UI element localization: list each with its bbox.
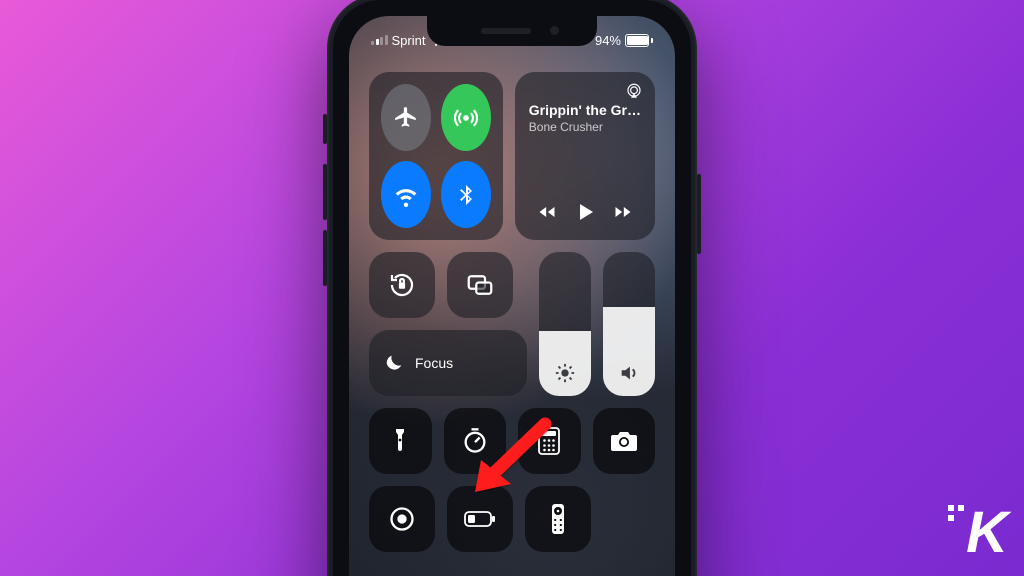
speaker-icon	[618, 362, 640, 384]
volume-up-button	[323, 164, 327, 220]
screen-recording-button[interactable]	[369, 486, 435, 552]
notch	[427, 16, 597, 46]
calculator-button[interactable]	[518, 408, 581, 474]
orientation-lock-toggle[interactable]	[369, 252, 435, 318]
bluetooth-toggle[interactable]	[441, 161, 491, 228]
battery-icon	[625, 34, 653, 47]
rewind-button[interactable]	[537, 202, 557, 222]
mute-switch	[323, 114, 327, 144]
watermark-text: K	[966, 500, 1006, 565]
signal-bars-icon	[371, 35, 388, 45]
focus-label: Focus	[415, 355, 453, 371]
forward-button[interactable]	[613, 202, 633, 222]
connectivity-tile[interactable]	[369, 72, 503, 240]
wifi-toggle[interactable]	[381, 161, 431, 228]
flashlight-button[interactable]	[369, 408, 432, 474]
track-title: Grippin' the Gr…	[529, 102, 641, 118]
apple-tv-remote-button[interactable]	[525, 486, 591, 552]
timer-button[interactable]	[444, 408, 507, 474]
iphone-screen: Sprint 94%	[349, 16, 675, 576]
focus-toggle[interactable]: Focus	[369, 330, 527, 396]
camera-button[interactable]	[593, 408, 656, 474]
play-button[interactable]	[573, 200, 597, 224]
now-playing-tile[interactable]: Grippin' the Gr… Bone Crusher	[515, 72, 655, 240]
airplay-icon[interactable]	[625, 82, 643, 100]
watermark-logo: K	[966, 499, 1006, 566]
cellular-data-toggle[interactable]	[441, 84, 491, 151]
carrier-label: Sprint	[392, 33, 426, 48]
low-power-mode-toggle[interactable]	[447, 486, 513, 552]
track-artist: Bone Crusher	[529, 120, 641, 134]
battery-pct-label: 94%	[595, 33, 621, 48]
sun-icon	[554, 362, 576, 384]
power-button	[697, 174, 701, 254]
volume-down-button	[323, 230, 327, 286]
page-background: K Sprint	[0, 0, 1024, 576]
brightness-slider[interactable]	[539, 252, 591, 396]
iphone-frame: Sprint 94%	[327, 0, 697, 576]
moon-icon	[383, 352, 405, 374]
volume-slider[interactable]	[603, 252, 655, 396]
screen-mirroring-button[interactable]	[447, 252, 513, 318]
airplane-mode-toggle[interactable]	[381, 84, 431, 151]
control-center: Grippin' the Gr… Bone Crusher	[369, 72, 655, 576]
